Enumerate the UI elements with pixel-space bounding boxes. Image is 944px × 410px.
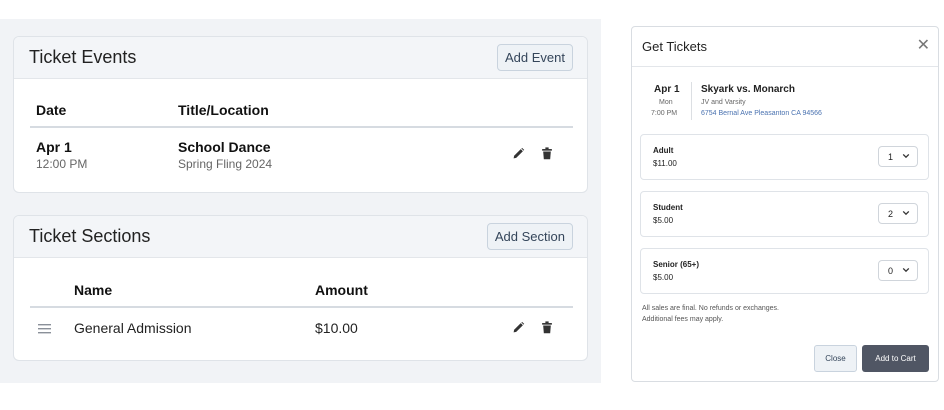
- section-amount: $10.00: [315, 320, 358, 336]
- quantity-value: 0: [888, 266, 894, 276]
- add-section-button[interactable]: Add Section: [486, 223, 573, 250]
- ticket-events-card: Ticket Events Add Event Date Title/Locat…: [13, 36, 588, 193]
- event-date: Apr 1: [654, 84, 680, 95]
- ticket-tier-adult: Adult $11.00 1: [640, 134, 929, 180]
- ticket-events-title: Ticket Events: [29, 47, 137, 67]
- column-header-amount: Amount: [315, 282, 368, 298]
- column-header-date: Date: [36, 102, 67, 118]
- chevron-down-icon: [902, 210, 910, 216]
- quantity-select[interactable]: 1: [878, 146, 918, 167]
- ticket-sections-card: Ticket Sections Add Section Name Amount …: [13, 215, 588, 361]
- trash-icon[interactable]: [540, 146, 554, 160]
- event-address-link[interactable]: 6754 Bernal Ave Pleasanton CA 94566: [701, 110, 822, 117]
- add-event-button[interactable]: Add Event: [497, 44, 573, 71]
- modal-title: Get Tickets: [642, 39, 708, 54]
- chevron-down-icon: [902, 153, 910, 159]
- table-header-divider: [30, 126, 573, 128]
- table-header-divider: [30, 306, 573, 308]
- event-title: Skyark vs. Monarch: [701, 84, 795, 95]
- event-weekday: Mon: [659, 99, 673, 106]
- event-subtitle: Spring Fling 2024: [178, 157, 273, 171]
- quantity-value: 2: [888, 209, 894, 219]
- ticket-events-header: Ticket Events Add Event: [14, 37, 587, 79]
- fees-note: Additional fees may apply.: [642, 316, 724, 323]
- quantity-value: 1: [888, 152, 894, 162]
- tier-price: $5.00: [653, 273, 674, 282]
- quantity-select[interactable]: 2: [878, 203, 918, 224]
- ticket-sections-title: Ticket Sections: [29, 226, 151, 246]
- sales-policy-note: All sales are final. No refunds or excha…: [642, 305, 779, 312]
- tier-price: $11.00: [653, 159, 677, 168]
- chevron-down-icon: [902, 267, 910, 273]
- close-icon[interactable]: ✕: [917, 38, 930, 54]
- tier-price: $5.00: [653, 216, 674, 225]
- drag-handle-icon[interactable]: [37, 321, 51, 335]
- tier-name: Adult: [653, 146, 674, 155]
- event-time: 12:00 PM: [36, 157, 88, 171]
- column-header-title-location: Title/Location: [178, 102, 269, 118]
- ticket-tier-student: Student $5.00 2: [640, 191, 929, 237]
- event-time: 7:00 PM: [651, 110, 678, 117]
- pencil-icon[interactable]: [511, 146, 525, 160]
- event-divider: [691, 82, 692, 120]
- close-button[interactable]: Close: [814, 345, 857, 372]
- trash-icon[interactable]: [540, 320, 554, 334]
- ticket-tier-senior: Senior (65+) $5.00 0: [640, 248, 929, 294]
- tier-name: Senior (65+): [653, 260, 700, 269]
- add-to-cart-button[interactable]: Add to Cart: [862, 345, 929, 372]
- get-tickets-modal: Get Tickets ✕ Apr 1 Mon 7:00 PM Skyark v…: [631, 26, 939, 382]
- modal-header: Get Tickets ✕: [632, 27, 938, 67]
- tier-name: Student: [653, 203, 683, 212]
- pencil-icon[interactable]: [511, 320, 525, 334]
- column-header-name: Name: [74, 282, 113, 298]
- quantity-select[interactable]: 0: [878, 260, 918, 281]
- section-name: General Admission: [74, 320, 192, 336]
- event-subtitle: JV and Varsity: [701, 99, 746, 106]
- event-date: Apr 1: [36, 139, 72, 155]
- event-title: School Dance: [178, 139, 271, 155]
- ticket-sections-header: Ticket Sections Add Section: [14, 216, 587, 258]
